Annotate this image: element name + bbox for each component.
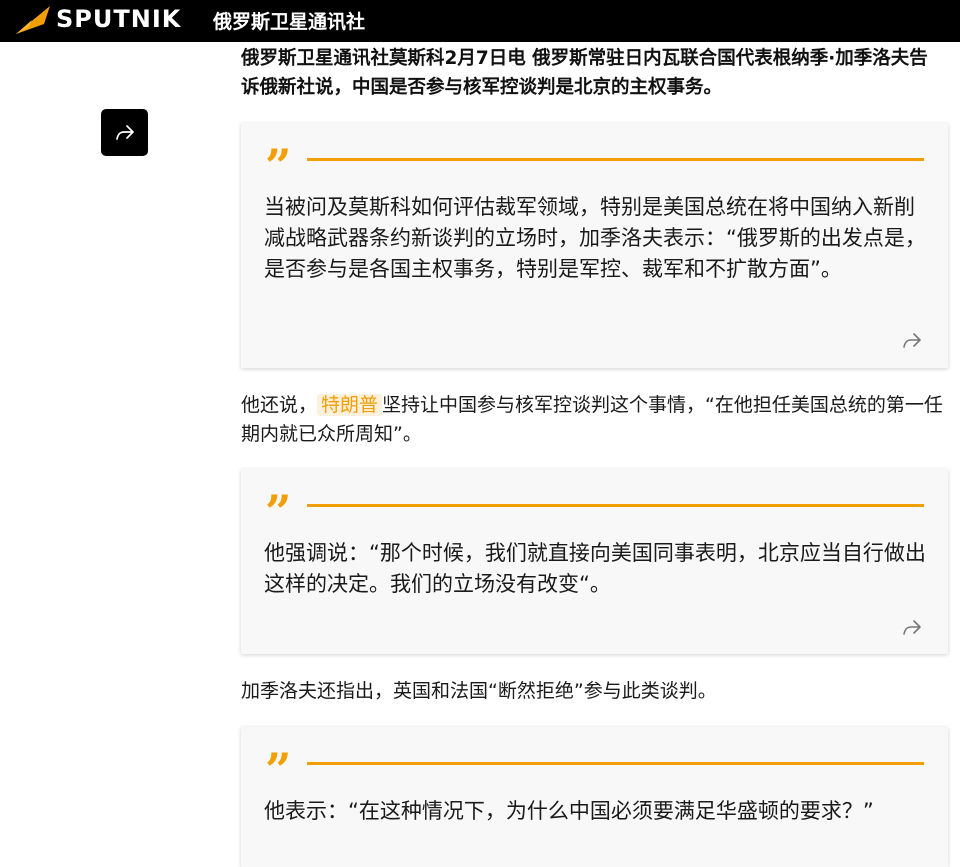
sputnik-logo-text[interactable]: SPUTNIK bbox=[56, 5, 181, 33]
quote-text-1: 当被问及莫斯科如何评估裁军领域，特别是美国总统在将中国纳入新削减战略武器条约新谈… bbox=[264, 195, 926, 281]
sputnik-logo-icon[interactable] bbox=[14, 4, 52, 36]
quote-text-2: 他强调说：“那个时候，我们就直接向美国同事表明，北京应当自行做出这样的决定。我们… bbox=[264, 541, 926, 596]
quote-block-2: ” 他强调说：“那个时候，我们就直接向美国同事表明，北京应当自行做出这样的决定。… bbox=[241, 469, 948, 654]
paragraph-1-text-start: 他还说， bbox=[241, 394, 318, 416]
paragraph-2: 加季洛夫还指出，英国和法国“断然拒绝”参与此类谈判。 bbox=[241, 680, 717, 702]
share-arrow-icon[interactable] bbox=[902, 618, 922, 638]
paragraph-1: 他还说， 特朗普 坚持让中国参与核军控谈判这个事情，“在他担任美国总统的第一任期内就… bbox=[241, 391, 946, 449]
site-name[interactable]: 俄罗斯卫星通讯社 bbox=[213, 7, 365, 34]
top-bar: SPUTNIK 俄罗斯卫星通讯社 bbox=[0, 0, 960, 42]
quote-block-1: ” 当被问及莫斯科如何评估裁军领域，特别是美国总统在将中国纳入新削减战略武器条约… bbox=[241, 123, 948, 368]
share-arrow-icon bbox=[115, 124, 134, 140]
quote-divider bbox=[307, 158, 924, 161]
quote-divider bbox=[307, 504, 924, 507]
quote-mark-icon: ” bbox=[265, 139, 292, 193]
trump-tag-link[interactable]: 特朗普 bbox=[317, 394, 383, 416]
share-button[interactable] bbox=[101, 109, 148, 156]
quote-mark-icon: ” bbox=[265, 743, 292, 797]
quote-block-3: ” 他表示：“在这种情况下，为什么中国必须要满足华盛顿的要求？” bbox=[241, 727, 948, 867]
quote-divider bbox=[307, 762, 924, 765]
quote-text-3: 他表示：“在这种情况下，为什么中国必须要满足华盛顿的要求？” bbox=[264, 799, 874, 823]
quote-mark-icon: ” bbox=[265, 485, 292, 539]
article-lead: 俄罗斯卫星通讯社莫斯科2月7日电 俄罗斯常驻日内瓦联合国代表根纳季·加季洛夫告诉… bbox=[241, 48, 928, 98]
share-arrow-icon[interactable] bbox=[902, 331, 922, 351]
